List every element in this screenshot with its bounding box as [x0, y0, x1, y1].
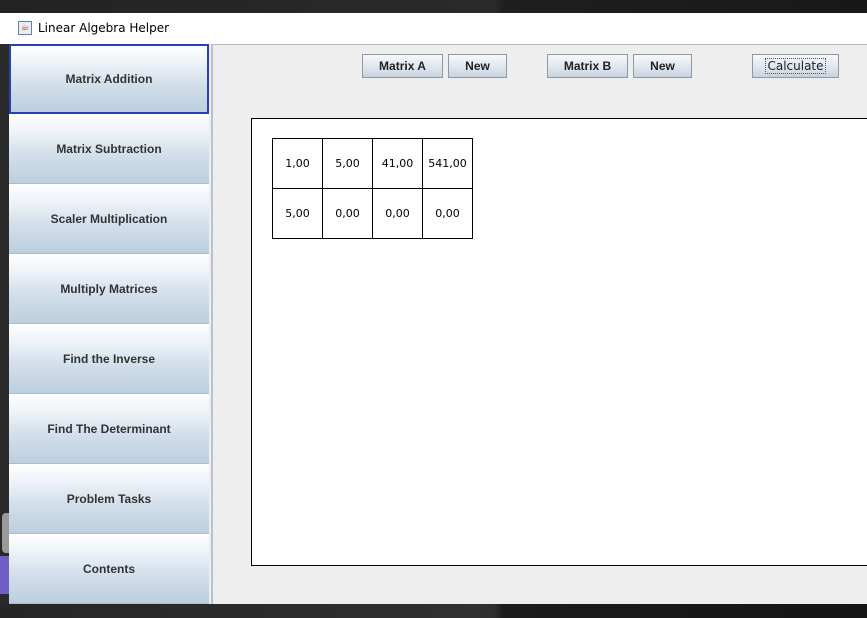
- sidebar: Matrix Addition Matrix Subtraction Scale…: [9, 44, 213, 604]
- matrix-row: 1,00 5,00 41,00 541,00: [272, 138, 473, 189]
- matrix-a-label: Matrix A: [379, 59, 426, 73]
- new-matrix-b-button[interactable]: New: [633, 54, 692, 78]
- calculate-button[interactable]: Calculate: [752, 54, 839, 78]
- sidebar-item-find-determinant[interactable]: Find The Determinant: [9, 394, 209, 464]
- sidebar-item-label: Find The Determinant: [47, 421, 171, 436]
- desktop-fragment: [0, 556, 9, 594]
- sidebar-item-label: Contents: [83, 561, 135, 576]
- matrix-cell[interactable]: 541,00: [422, 138, 473, 189]
- java-app-icon: ☕: [18, 21, 32, 35]
- desktop-background-left: [0, 13, 9, 604]
- desktop-background-top: [0, 0, 867, 13]
- matrix-cell[interactable]: 41,00: [372, 138, 423, 189]
- desktop-fragment: [2, 513, 9, 553]
- matrix-display-panel: 1,00 5,00 41,00 541,00 5,00 0,00 0,00 0,…: [251, 118, 867, 566]
- matrix-cell[interactable]: 5,00: [322, 138, 373, 189]
- sidebar-item-matrix-subtraction[interactable]: Matrix Subtraction: [9, 114, 209, 184]
- matrix-b-label: Matrix B: [563, 59, 612, 73]
- sidebar-item-label: Matrix Subtraction: [56, 141, 162, 156]
- matrix-cell[interactable]: 0,00: [322, 188, 373, 239]
- matrix-b-button[interactable]: Matrix B: [547, 54, 628, 78]
- sidebar-item-matrix-addition[interactable]: Matrix Addition: [9, 44, 209, 114]
- matrix-cell[interactable]: 0,00: [422, 188, 473, 239]
- matrix-cell[interactable]: 5,00: [272, 188, 323, 239]
- sidebar-item-label: Problem Tasks: [66, 491, 152, 506]
- new-matrix-a-button[interactable]: New: [448, 54, 507, 78]
- sidebar-item-multiply-matrices[interactable]: Multiply Matrices: [9, 254, 209, 324]
- desktop-background-bottom: [0, 604, 867, 618]
- sidebar-item-contents[interactable]: Contents: [9, 534, 209, 604]
- matrix-cell[interactable]: 0,00: [372, 188, 423, 239]
- matrix-a-button[interactable]: Matrix A: [362, 54, 443, 78]
- window-title: Linear Algebra Helper: [38, 21, 170, 35]
- sidebar-item-problem-tasks[interactable]: Problem Tasks: [9, 464, 209, 534]
- title-bar[interactable]: ☕ Linear Algebra Helper: [0, 13, 867, 44]
- new-b-label: New: [650, 59, 675, 73]
- sidebar-item-label: Multiply Matrices: [60, 281, 158, 296]
- sidebar-item-find-inverse[interactable]: Find the Inverse: [9, 324, 209, 394]
- matrix-row: 5,00 0,00 0,00 0,00: [272, 188, 473, 239]
- calculate-label: Calculate: [765, 58, 826, 74]
- sidebar-item-label: Matrix Addition: [65, 72, 153, 86]
- new-a-label: New: [465, 59, 490, 73]
- sidebar-item-label: Find the Inverse: [62, 351, 156, 366]
- matrix-table: 1,00 5,00 41,00 541,00 5,00 0,00 0,00 0,…: [272, 138, 473, 239]
- matrix-cell[interactable]: 1,00: [272, 138, 323, 189]
- sidebar-item-scaler-multiplication[interactable]: Scaler Multiplication: [9, 184, 209, 254]
- sidebar-item-label: Scaler Multiplication: [50, 211, 168, 226]
- content-area: Matrix A New Matrix B New Calculate 1,00…: [213, 44, 867, 604]
- app-window: ☕ Linear Algebra Helper Matrix Addition …: [0, 13, 867, 604]
